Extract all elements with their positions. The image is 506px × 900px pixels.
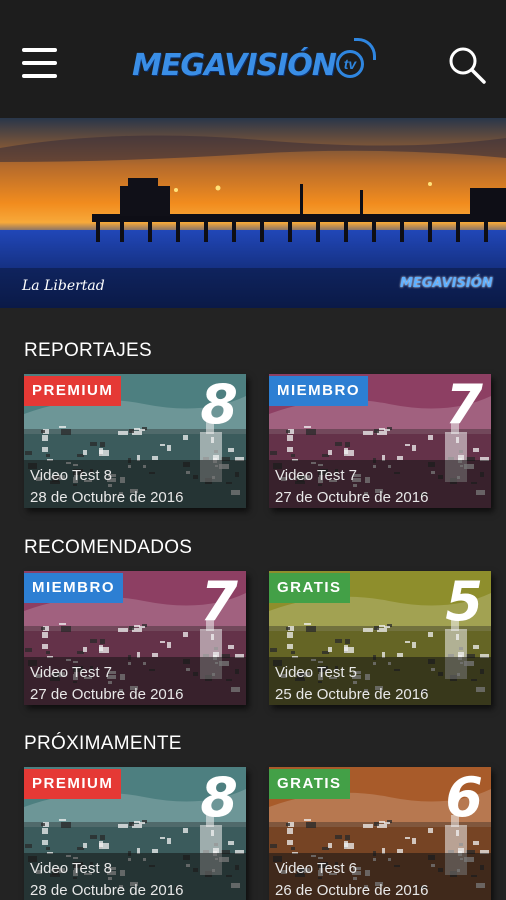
video-title: Video Test 5 [275,664,358,681]
menu-icon[interactable] [22,48,58,78]
video-title: Video Test 8 [30,467,113,484]
signal-wave-icon [354,38,376,60]
section-title-recomendados: RECOMENDADOS [24,537,193,558]
tier-badge: PREMIUM [24,376,122,406]
episode-number: 8 [200,374,238,436]
search-icon[interactable] [448,46,486,84]
section-title-reportajes: REPORTAJES [24,340,152,361]
video-card[interactable]: GRATIS 6 Video Test 6 26 de Octubre de 2… [269,767,491,900]
video-title: Video Test 7 [30,664,113,681]
banner-caption: La Libertad [22,278,105,294]
video-title: Video Test 6 [275,860,358,877]
tier-badge: MIEMBRO [269,376,368,406]
video-title: Video Test 8 [30,860,113,877]
hero-banner[interactable]: La Libertad MEGAVISIÓN [0,118,506,308]
app-header: MEGAVISIÓN tv [0,0,506,118]
video-date: 25 de Octubre de 2016 [275,686,429,703]
episode-number: 7 [445,374,483,436]
tier-badge: GRATIS [269,769,350,799]
video-date: 28 de Octubre de 2016 [30,882,184,899]
banner-watermark: MEGAVISIÓN [400,276,493,291]
episode-number: 5 [445,571,483,633]
video-date: 27 de Octubre de 2016 [275,489,429,506]
menu-bar [22,48,57,52]
video-date: 26 de Octubre de 2016 [275,882,429,899]
video-card[interactable]: PREMIUM 8 Video Test 8 28 de Octubre de … [24,767,246,900]
video-title: Video Test 7 [275,467,358,484]
video-card[interactable]: MIEMBRO 7 Video Test 7 27 de Octubre de … [269,374,491,508]
menu-bar [22,74,57,78]
video-date: 27 de Octubre de 2016 [30,686,184,703]
logo-text: MEGAVISIÓN [132,48,337,83]
episode-number: 7 [200,571,238,633]
tier-badge: GRATIS [269,573,350,603]
video-date: 28 de Octubre de 2016 [30,489,184,506]
episode-number: 8 [200,767,238,829]
video-card[interactable]: GRATIS 5 Video Test 5 25 de Octubre de 2… [269,571,491,705]
tier-badge: PREMIUM [24,769,122,799]
app-logo[interactable]: MEGAVISIÓN tv [132,36,376,90]
menu-bar [22,61,57,65]
video-card[interactable]: PREMIUM 8 Video Test 8 28 de Octubre de … [24,374,246,508]
section-title-proximamente: PRÓXIMAMENTE [24,733,182,754]
video-card[interactable]: MIEMBRO 7 Video Test 7 27 de Octubre de … [24,571,246,705]
tier-badge: MIEMBRO [24,573,123,603]
episode-number: 6 [445,767,483,829]
